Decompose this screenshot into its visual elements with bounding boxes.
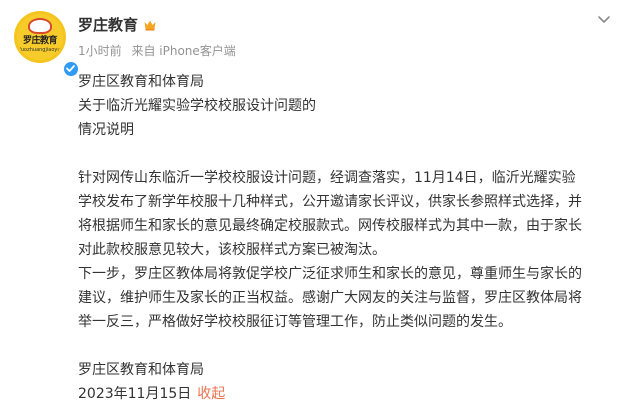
heading-line: 关于临沂光耀实验学校校服设计问题的 — [78, 98, 316, 114]
avatar[interactable]: 罗庄教育 luozhuangjiaoyu — [14, 11, 79, 77]
post-meta: 1小时前 来自 iPhone客户端 — [78, 42, 242, 59]
paragraph-line: 举一反三，严格做好学校校服征订等管理工作，防止类似问题的发生。 — [78, 314, 512, 330]
author-row: 罗庄教育 — [78, 13, 157, 35]
signature: 罗庄区教育和体育局 — [78, 362, 204, 378]
paragraph-line: 下一步，罗庄区教体局将敦促学校广泛征求师生和家长的意见，尊重师生与家长的 — [78, 266, 582, 282]
post-source: 来自 iPhone客户端 — [131, 44, 236, 58]
crown-icon — [143, 17, 157, 31]
paragraph-line: 对此款校服意见较大，该校服样式方案已被淘汰。 — [78, 242, 386, 258]
heading-line: 情况说明 — [78, 122, 134, 138]
more-options-button[interactable] — [593, 12, 615, 26]
post-time[interactable]: 1小时前 — [78, 44, 122, 58]
date-row: 2023年11月15日 收起 — [78, 382, 618, 406]
chevron-down-icon — [598, 16, 610, 23]
paragraph-line: 针对网传山东临沂一学校校服设计问题，经调查落实，11月14日，临沂光耀实验 — [78, 170, 576, 186]
verified-badge-icon — [63, 61, 79, 77]
logo-swirl-icon — [28, 18, 52, 34]
collapse-link[interactable]: 收起 — [197, 386, 225, 402]
post-date: 2023年11月15日 — [78, 386, 192, 402]
paragraph-line: 建议，维护师生及家长的正当权益。感谢广大网友的关注与监督，罗庄区教体局将 — [78, 290, 582, 306]
avatar-logo-text: 罗庄教育 — [22, 36, 58, 46]
paragraph-line: 将根据师生和家长的意见最终确定校服款式。网传校服样式为其中一款，由于家长 — [78, 218, 582, 234]
author-name[interactable]: 罗庄教育 — [78, 14, 138, 35]
post-content: 罗庄区教育和体育局 关于临沂光耀实验学校校服设计问题的 情况说明 针对网传山东临… — [78, 70, 618, 406]
heading-line: 罗庄区教育和体育局 — [78, 74, 204, 90]
paragraph-line: 学校发布了新学年校服十几种样式，公开邀请家长评议，供家长参照样式选择，并 — [78, 194, 582, 210]
avatar-logo: 罗庄教育 luozhuangjiaoyu — [17, 14, 63, 60]
avatar-logo-subtext: luozhuangjiaoyu — [19, 47, 61, 53]
